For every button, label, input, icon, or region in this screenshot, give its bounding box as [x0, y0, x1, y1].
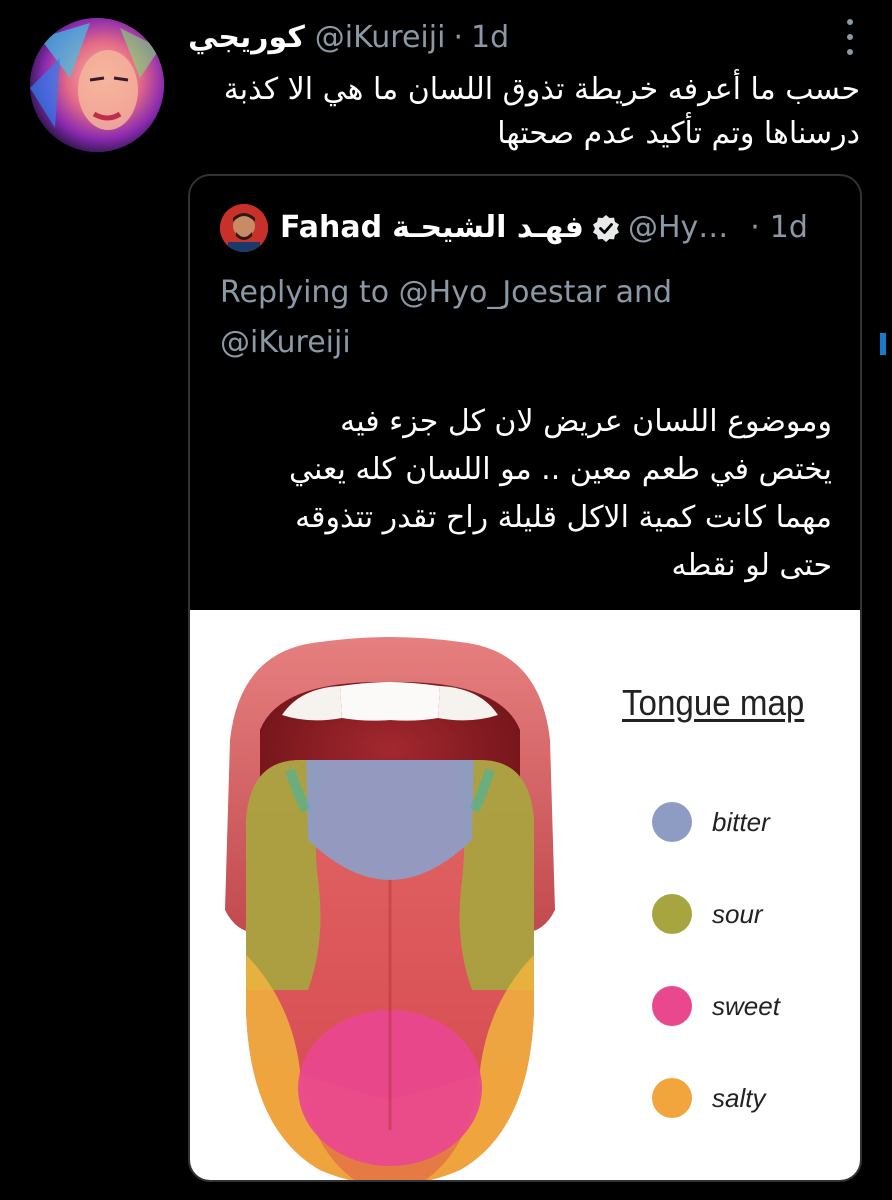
screen: كوريجي @iKureiji · 1d حسب ما أعرفه خريطة…	[0, 0, 892, 1200]
legend-label: salty	[712, 1082, 766, 1113]
tweet-text-line: حسب ما أعرفه خريطة تذوق اللسان ما هي الا…	[223, 72, 860, 107]
tweet-text: حسب ما أعرفه خريطة تذوق اللسان ما هي الا…	[180, 68, 860, 156]
quoted-avatar-icon	[220, 204, 268, 252]
quoted-text-line: وموضوع اللسان عريض لان كل جزء فيه	[340, 404, 832, 439]
image-title: Tongue map	[622, 682, 805, 723]
sweet-swatch-icon	[652, 986, 692, 1026]
legend-label: bitter	[712, 806, 770, 837]
more-options-icon[interactable]	[838, 14, 862, 60]
user-handle[interactable]: @iKureiji	[315, 18, 446, 58]
quoted-text-line: حتى لو نقطه	[671, 548, 832, 583]
quoted-timestamp[interactable]: 1d	[770, 208, 808, 248]
scroll-indicator	[880, 333, 886, 355]
display-name[interactable]: كوريجي	[188, 18, 305, 58]
quoted-tweet-header: Fahad فهـد الشيحـة @Hy… · 1d	[220, 204, 832, 252]
legend-item-salty: salty	[652, 1078, 765, 1118]
separator-dot: ·	[453, 20, 463, 55]
replying-to-line: Replying to @Hyo_Joestar and	[220, 275, 673, 310]
legend-item-sour: sour	[652, 894, 763, 934]
tweet-text-line: درسناها وتم تأكيد عدم صحتها	[497, 116, 860, 151]
legend-label: sour	[712, 898, 763, 929]
quoted-display-name-latin[interactable]: Fahad	[280, 208, 382, 248]
timestamp[interactable]: 1d	[471, 18, 509, 58]
sour-swatch-icon	[652, 894, 692, 934]
quoted-text-line: يختص في طعم معين .. مو اللسان كله يعني	[288, 452, 832, 487]
tweet-image[interactable]: Tongue map bitter sour sweet salty	[190, 610, 860, 1180]
legend-label: sweet	[712, 990, 780, 1021]
replying-to: Replying to @Hyo_Joestar and @iKureiji	[220, 268, 780, 368]
salty-swatch-icon	[652, 1078, 692, 1118]
verified-badge-icon	[592, 215, 619, 242]
replying-to-line: @iKureiji	[220, 325, 351, 360]
separator-dot: ·	[750, 210, 760, 245]
tweet-header: كوريجي @iKureiji · 1d	[188, 18, 509, 58]
more-dot	[847, 18, 853, 25]
quoted-user-handle[interactable]: @Hy…	[628, 208, 728, 248]
bitter-swatch-icon	[652, 802, 692, 842]
quoted-tweet-text: وموضوع اللسان عريض لان كل جزء فيه يختص ف…	[222, 398, 832, 590]
quoted-display-name-arabic[interactable]: فهـد الشيحـة	[392, 208, 584, 248]
legend-item-bitter: bitter	[652, 802, 770, 842]
more-dot	[847, 33, 853, 40]
avatar-icon[interactable]	[30, 18, 164, 152]
quoted-tweet-card[interactable]: Fahad فهـد الشيحـة @Hy… · 1d Replying to…	[188, 174, 862, 1182]
more-dot	[847, 49, 853, 56]
legend-item-sweet: sweet	[652, 986, 780, 1026]
quoted-text-line: مهما كانت كمية الاكل قليلة راح تقدر تتذو…	[295, 500, 832, 535]
